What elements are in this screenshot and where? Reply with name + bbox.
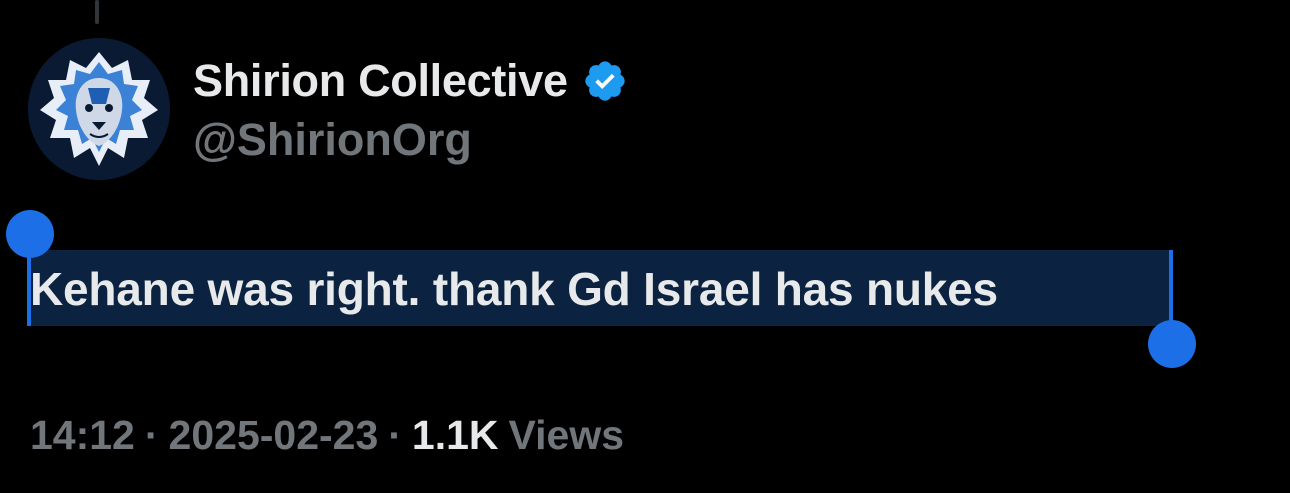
author-handle[interactable]: @ShirionOrg <box>193 114 472 166</box>
views-label: Views <box>508 412 625 458</box>
author-display-name[interactable]: Shirion Collective <box>193 55 568 107</box>
meta-separator: · <box>144 412 159 458</box>
post-time[interactable]: 14:12 <box>30 412 135 459</box>
meta-separator: · <box>388 412 402 458</box>
post-date[interactable]: 2025-02-23 <box>169 412 379 459</box>
views-count[interactable]: 1.1K <box>412 412 499 459</box>
post-meta: 14:12 · 2025-02-23 · 1.1K Views <box>30 412 624 459</box>
post-text[interactable]: Kehane was right. thank Gd Israel has nu… <box>30 262 998 316</box>
author-avatar[interactable] <box>28 38 170 180</box>
selection-start-handle[interactable] <box>6 210 54 258</box>
lion-head-avatar-icon <box>28 38 170 180</box>
thread-connector-line <box>95 0 99 24</box>
selection-end-handle[interactable] <box>1148 320 1196 368</box>
verified-badge-icon[interactable] <box>582 58 628 104</box>
author-name-row: Shirion Collective <box>193 52 628 110</box>
